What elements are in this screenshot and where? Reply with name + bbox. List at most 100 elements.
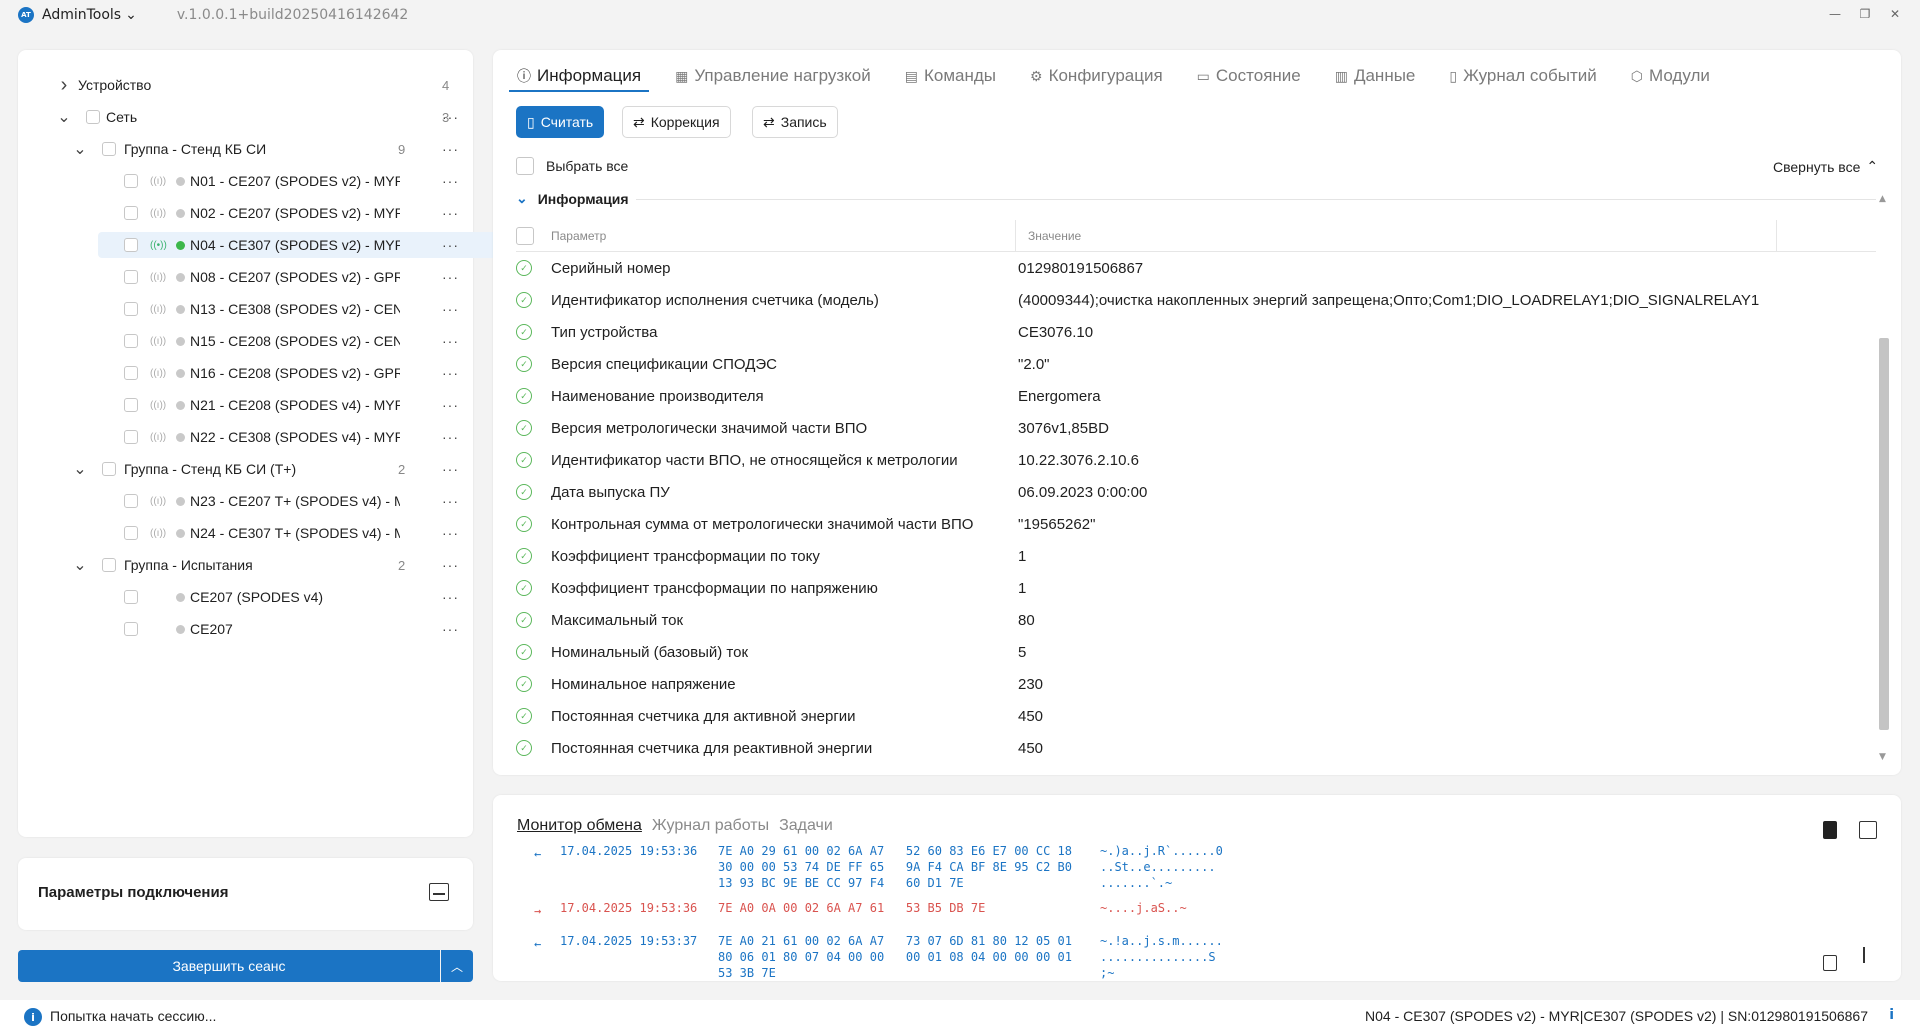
- restore-button[interactable]: ❐: [1854, 4, 1876, 24]
- tree-checkbox[interactable]: [124, 494, 138, 508]
- chevron-down-icon[interactable]: ⌄: [72, 461, 88, 478]
- more-icon[interactable]: ···: [442, 333, 459, 349]
- more-icon[interactable]: ···: [442, 365, 459, 381]
- chevron-down-icon[interactable]: ⌄: [72, 141, 88, 158]
- tree-device-item[interactable]: CE207 ···: [26, 616, 466, 642]
- tree-device-item[interactable]: ((ı)) N16 - CE208 (SPODES v2) - GPRS ···: [26, 360, 466, 386]
- more-icon[interactable]: ···: [442, 493, 459, 509]
- tree-checkbox[interactable]: [124, 430, 138, 444]
- select-all-checkbox[interactable]: [516, 157, 534, 175]
- more-icon[interactable]: ···: [442, 173, 459, 189]
- tab-info[interactable]: ⓘ Информация: [509, 60, 650, 92]
- tree-device-item[interactable]: ((ı)) N01 - CE207 (SPODES v2) - MYR ···: [26, 168, 466, 194]
- more-icon[interactable]: ···: [442, 141, 459, 157]
- tree-checkbox[interactable]: [124, 206, 138, 220]
- tab-cube[interactable]: ⬡ Модули: [1623, 60, 1718, 92]
- tree-group-item[interactable]: ⌄ Группа - Стенд КБ СИ (Т+) 2 ···: [26, 456, 466, 482]
- tree-checkbox[interactable]: [124, 526, 138, 540]
- copy-icon[interactable]: [1823, 955, 1837, 971]
- tree-checkbox[interactable]: [124, 174, 138, 188]
- table-row[interactable]: ✓ Номинальный (базовый) ток 5: [516, 636, 1876, 668]
- table-scrollbar[interactable]: ▲ ▼: [1877, 194, 1891, 766]
- table-row[interactable]: ✓ Коэффициент трансформации по напряжению…: [516, 572, 1876, 604]
- close-button[interactable]: ✕: [1884, 4, 1906, 24]
- tree-checkbox[interactable]: [124, 270, 138, 284]
- more-icon[interactable]: ···: [442, 205, 459, 221]
- table-row[interactable]: ✓ Тип устройства CE3076.10: [516, 316, 1876, 348]
- tree-device-item[interactable]: CE207 (SPODES v4) ···: [26, 584, 466, 610]
- correction-button[interactable]: ⇄ Коррекция: [622, 106, 731, 138]
- more-icon[interactable]: ···: [442, 429, 459, 445]
- more-icon[interactable]: ···: [442, 621, 459, 637]
- tree-checkbox[interactable]: [124, 238, 138, 252]
- tree-checkbox[interactable]: [124, 398, 138, 412]
- tree-device-item[interactable]: ((•)) N04 - CE307 (SPODES v2) - MYR ···: [98, 232, 538, 258]
- tab-status[interactable]: ▭ Состояние: [1189, 60, 1309, 92]
- end-session-button[interactable]: Завершить сеанс: [18, 950, 440, 982]
- table-row[interactable]: ✓ Серийный номер 012980191506867: [516, 252, 1876, 284]
- tree-group-item[interactable]: › Устройство 4: [26, 72, 466, 98]
- more-icon[interactable]: ···: [442, 397, 459, 413]
- more-icon[interactable]: ···: [442, 525, 459, 541]
- more-icon[interactable]: ···: [442, 301, 459, 317]
- table-row[interactable]: ✓ Версия спецификации СПОДЭС "2.0": [516, 348, 1876, 380]
- section-header[interactable]: ⌄ Информация: [516, 190, 629, 207]
- tree-checkbox[interactable]: [102, 142, 116, 156]
- select-all[interactable]: Выбрать все: [516, 157, 628, 175]
- table-row[interactable]: ✓ Дата выпуска ПУ 06.09.2023 0:00:00: [516, 476, 1876, 508]
- table-row[interactable]: ✓ Постоянная счетчика для реактивной энер…: [516, 732, 1876, 764]
- chevron-right-icon[interactable]: ›: [56, 74, 72, 96]
- monitor-tab[interactable]: Задачи: [779, 817, 833, 835]
- tree-checkbox[interactable]: [102, 558, 116, 572]
- tab-data[interactable]: ▥ Данные: [1327, 60, 1424, 92]
- monitor-tab[interactable]: Журнал работы: [652, 817, 769, 835]
- table-row[interactable]: ✓ Идентификатор части ВПО, не относящейся…: [516, 444, 1876, 476]
- tree-checkbox[interactable]: [124, 366, 138, 380]
- trash-icon[interactable]: [1823, 821, 1837, 839]
- scroll-up-icon[interactable]: ▲: [1879, 194, 1886, 204]
- header-checkbox[interactable]: [516, 227, 534, 245]
- tree-device-item[interactable]: ((ı)) N24 - CE307 T+ (SPODES v4) - MYF ···: [26, 520, 466, 546]
- tree-device-item[interactable]: ((ı)) N21 - CE208 (SPODES v4) - MYR ···: [26, 392, 466, 418]
- table-row[interactable]: ✓ Постоянная счетчика для активной энерги…: [516, 700, 1876, 732]
- tree-device-item[interactable]: ((ı)) N08 - CE207 (SPODES v2) - GPRS ···: [26, 264, 466, 290]
- read-button[interactable]: ▯ Считать: [516, 106, 605, 138]
- connection-settings-icon[interactable]: [429, 883, 449, 901]
- tree-checkbox[interactable]: [124, 334, 138, 348]
- scroll-down-icon[interactable]: ▼: [1879, 752, 1886, 762]
- tree-device-item[interactable]: ((ı)) N15 - CE208 (SPODES v2) - CENC ···: [26, 328, 466, 354]
- collapse-all-button[interactable]: Свернуть все ⌃: [1773, 158, 1878, 175]
- table-row[interactable]: ✓ Коэффициент трансформации по току 1: [516, 540, 1876, 572]
- monitor-tab[interactable]: Монитор обмена: [517, 817, 642, 835]
- table-row[interactable]: ✓ Максимальный ток 80: [516, 604, 1876, 636]
- tab-book[interactable]: ▯ Журнал событий: [1441, 60, 1604, 92]
- table-row[interactable]: ✓ Контрольная сумма от метрологически зна…: [516, 508, 1876, 540]
- tree-checkbox[interactable]: [86, 110, 100, 124]
- tab-document[interactable]: ▤ Команды: [897, 60, 1004, 92]
- tree-group-item[interactable]: ⌄ Группа - Испытания 2 ···: [26, 552, 466, 578]
- more-icon[interactable]: ···: [442, 237, 459, 253]
- tree-checkbox[interactable]: [124, 302, 138, 316]
- scroll-thumb[interactable]: [1879, 338, 1889, 730]
- more-icon[interactable]: ···: [442, 557, 459, 573]
- end-session-dropdown[interactable]: ︿: [441, 950, 473, 982]
- tree-device-item[interactable]: ((ı)) N22 - CE308 (SPODES v4) - MYR ···: [26, 424, 466, 450]
- tree-checkbox[interactable]: [124, 622, 138, 636]
- tree-group-item[interactable]: ⌄ Группа - Стенд КБ СИ 9 ···: [26, 136, 466, 162]
- chevron-down-icon[interactable]: ⌄: [56, 109, 72, 126]
- pause-icon[interactable]: [1863, 947, 1865, 963]
- tree-group-item[interactable]: ⌄ Сеть 3 ···: [26, 104, 466, 130]
- tab-calendar[interactable]: ▦ Управление нагрузкой: [667, 60, 879, 92]
- more-icon[interactable]: ···: [442, 269, 459, 285]
- table-row[interactable]: ✓ Номинальное напряжение 230: [516, 668, 1876, 700]
- tree-device-item[interactable]: ((ı)) N23 - CE207 T+ (SPODES v4) - MYF ···: [26, 488, 466, 514]
- app-menu[interactable]: AdminTools ⌄: [42, 7, 137, 23]
- tree-checkbox[interactable]: [102, 462, 116, 476]
- tree-device-item[interactable]: ((ı)) N02 - CE207 (SPODES v2) - MYR ···: [26, 200, 466, 226]
- more-icon[interactable]: ···: [442, 461, 459, 477]
- export-icon[interactable]: [1859, 821, 1877, 839]
- chevron-down-icon[interactable]: ⌄: [72, 557, 88, 574]
- minimize-button[interactable]: —: [1824, 4, 1846, 24]
- tree-checkbox[interactable]: [124, 590, 138, 604]
- more-icon[interactable]: ···: [442, 109, 459, 125]
